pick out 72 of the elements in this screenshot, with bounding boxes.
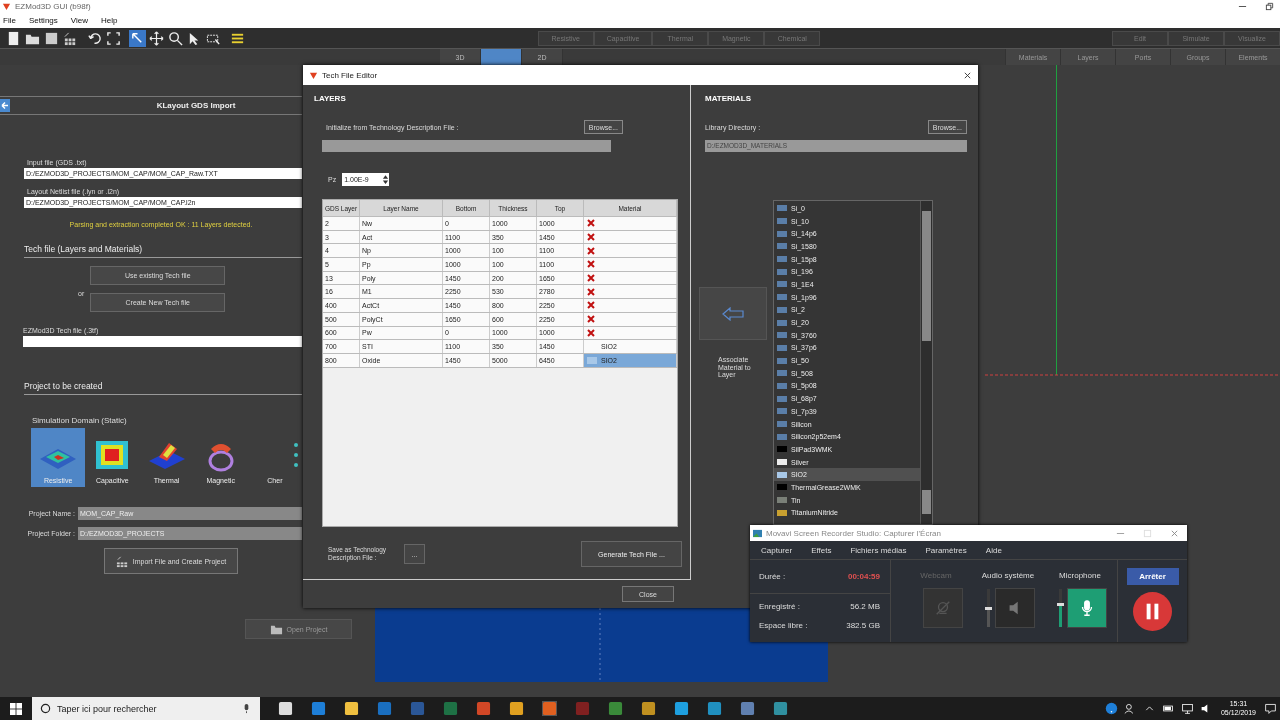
dots-icon [294, 443, 298, 467]
stat-value: 56.2 MB [850, 602, 880, 611]
app-icon [753, 528, 762, 538]
grid-icon [115, 554, 129, 568]
back-button[interactable] [0, 99, 10, 112]
duration-value: 00:04:59 [847, 572, 880, 581]
menu-item[interactable]: View [70, 16, 88, 25]
menu-item[interactable]: File [3, 16, 16, 25]
cross-icon [587, 287, 595, 296]
menu-item[interactable]: Settings [28, 16, 58, 25]
search-field[interactable]: Taper ici pour rechercher [32, 697, 260, 720]
volume-slider[interactable] [1059, 589, 1062, 627]
app-icon[interactable] [707, 701, 722, 716]
help-icon[interactable] [1104, 702, 1118, 715]
network-icon[interactable] [1180, 702, 1194, 715]
menu-item[interactable]: Paramètres [925, 545, 967, 555]
microphone-toggle[interactable] [1067, 588, 1107, 628]
cross-icon [587, 219, 595, 228]
cross-icon [587, 301, 595, 310]
app-icon [2, 2, 11, 11]
move-icon[interactable] [148, 29, 165, 47]
app-icon[interactable] [608, 701, 623, 716]
cross-icon [587, 274, 595, 283]
input-field[interactable] [23, 336, 302, 347]
menu-item[interactable]: Capturer [761, 545, 793, 555]
volume-slider[interactable] [987, 589, 990, 627]
scrollbar[interactable] [920, 201, 932, 524]
notification-icon[interactable] [1264, 702, 1277, 715]
close-icon[interactable] [963, 70, 972, 80]
arrow-left-icon [722, 306, 744, 321]
section-title: MATERIALS [705, 94, 753, 103]
stat-label: Enregistré : [759, 602, 800, 611]
cross-icon [587, 328, 595, 337]
app-icon[interactable] [740, 701, 755, 716]
zoom-icon[interactable] [167, 29, 184, 47]
section-title: LAYERS [314, 94, 347, 103]
speaker-toggle[interactable] [995, 588, 1035, 628]
dialog-title: Tech File Editor [322, 70, 378, 80]
app-icon [309, 70, 318, 80]
app-icon[interactable] [773, 701, 788, 716]
cross-icon [587, 315, 595, 324]
file-path-field[interactable] [322, 140, 611, 152]
battery-icon[interactable] [1161, 702, 1175, 715]
panel-title: KLayout GDS Import [155, 101, 237, 110]
stop-button[interactable]: Arrêter [1126, 568, 1179, 585]
webcam-toggle[interactable] [923, 588, 963, 628]
section-title: Tech file (Layers and Materials) [24, 244, 302, 258]
pause-button[interactable] [1133, 592, 1172, 631]
select-icon[interactable] [129, 29, 146, 47]
stat-value: 382.5 GB [846, 621, 880, 630]
view-tab[interactable] [481, 49, 522, 65]
menu-item[interactable]: Help [101, 16, 118, 25]
stat-label: Espace libre : [759, 621, 808, 630]
source-label: Audio système [980, 571, 1035, 580]
camera-icon [934, 599, 952, 617]
app-icon[interactable] [641, 701, 656, 716]
windows-start-icon[interactable] [10, 702, 22, 715]
stat-label: Durée : [759, 572, 786, 581]
fit-icon[interactable] [105, 29, 122, 47]
cross-icon [587, 260, 595, 269]
section-title: Project to be created [24, 381, 302, 395]
menu-item[interactable]: Fichiers médias [850, 545, 907, 555]
window-title: EZMod3D GUI (b98f) [15, 2, 91, 11]
menu-item[interactable]: Effets [811, 545, 832, 555]
field-label: Simulation Domain (Static) [32, 416, 128, 425]
cross-icon [587, 233, 595, 242]
restore-icon[interactable] [1265, 2, 1274, 11]
cross-icon [587, 246, 595, 255]
window-title: Movavi Screen Recorder Studio: Capturer l'Écran [766, 528, 941, 538]
source-label: Microphone [1058, 571, 1101, 580]
search-icon [40, 703, 51, 714]
menu-item[interactable]: Aide [985, 545, 1002, 555]
